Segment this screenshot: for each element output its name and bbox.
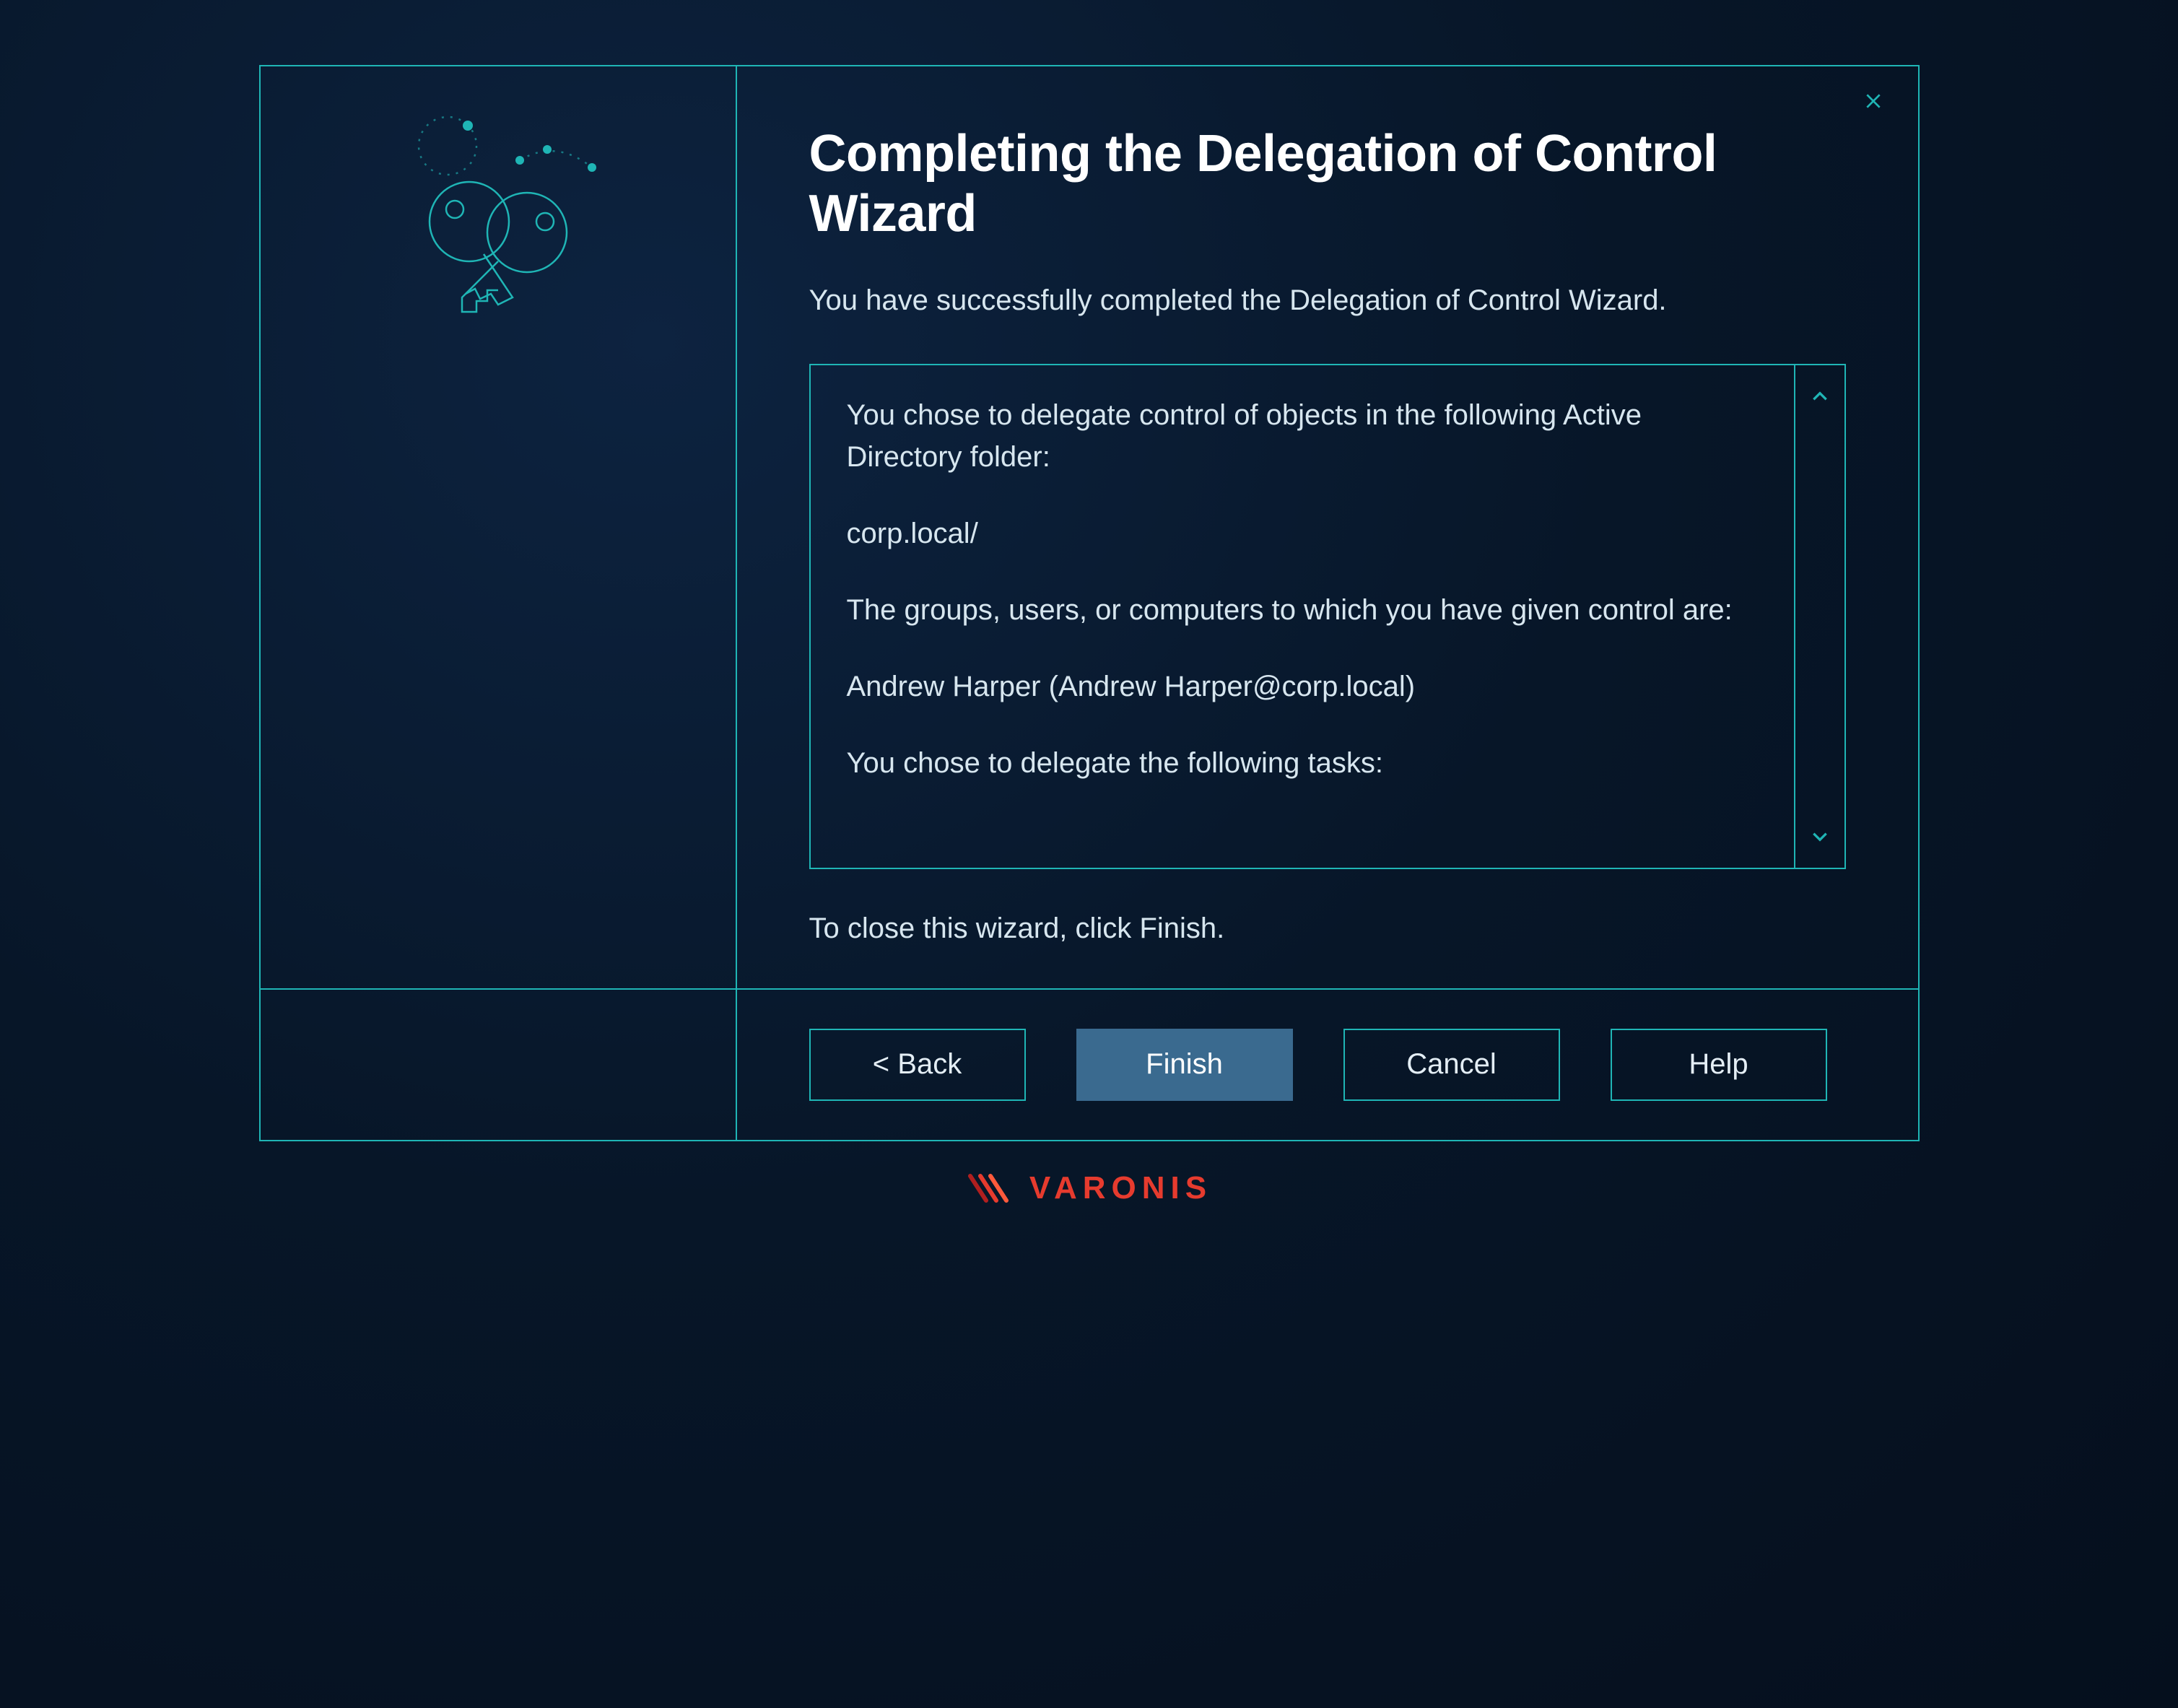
summary-scrollbar[interactable] [1794, 365, 1844, 868]
keys-icon [375, 110, 621, 341]
summary-principal: Andrew Harper (Andrew Harper@corp.local) [847, 666, 1758, 707]
wizard-main: Completing the Delegation of Control Wiz… [737, 66, 1918, 988]
help-button[interactable]: Help [1611, 1029, 1827, 1101]
footer-spacer [261, 988, 737, 1140]
wizard-intro: You have successfully completed the Dele… [809, 280, 1846, 321]
chevron-down-icon [1811, 827, 1829, 846]
summary-line: The groups, users, or computers to which… [847, 589, 1758, 631]
chevron-up-icon [1811, 387, 1829, 406]
finish-button[interactable]: Finish [1076, 1029, 1293, 1101]
wizard-sidebar [261, 66, 737, 988]
close-icon [1864, 92, 1883, 110]
back-button[interactable]: < Back [809, 1029, 1026, 1101]
summary-box: You chose to delegate control of objects… [809, 364, 1846, 869]
brand-logo: VARONIS [966, 1170, 1212, 1206]
close-button[interactable] [1859, 87, 1888, 116]
summary-folder: corp.local/ [847, 513, 1758, 554]
wizard-outro: To close this wizard, click Finish. [809, 912, 1846, 945]
wizard-title: Completing the Delegation of Control Wiz… [809, 124, 1846, 244]
scroll-up-button[interactable] [1795, 378, 1844, 414]
brand-text: VARONIS [1029, 1170, 1212, 1206]
wizard-dialog: Completing the Delegation of Control Wiz… [259, 65, 1920, 1141]
varonis-mark-icon [966, 1172, 1016, 1205]
wizard-footer: < Back Finish Cancel Help [737, 988, 1918, 1140]
summary-content: You chose to delegate control of objects… [811, 365, 1794, 868]
summary-line: You chose to delegate control of objects… [847, 394, 1758, 478]
summary-line: You chose to delegate the following task… [847, 742, 1758, 784]
scroll-down-button[interactable] [1795, 819, 1844, 855]
cancel-button[interactable]: Cancel [1343, 1029, 1560, 1101]
